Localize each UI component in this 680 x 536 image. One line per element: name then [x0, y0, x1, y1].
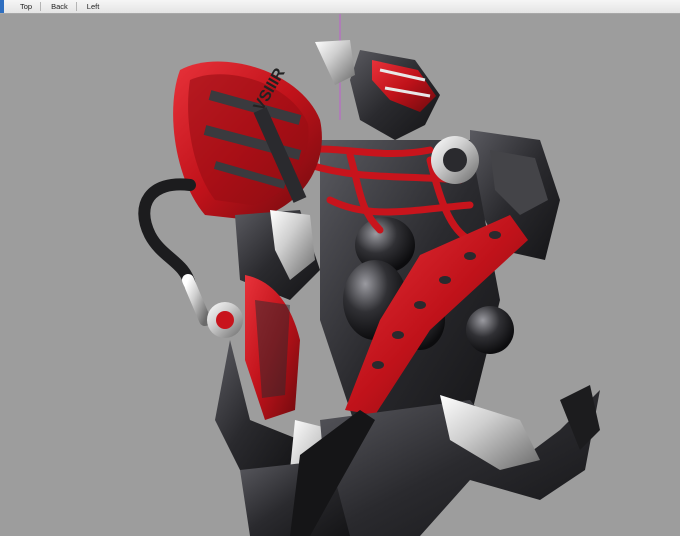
cad-application: Top Back Left VSIIIR [0, 0, 680, 536]
shoulder-helmet: VSIIIR [173, 61, 322, 220]
tab-top-view[interactable]: Top [4, 0, 32, 13]
3d-viewport[interactable]: VSIIIR [0, 14, 680, 536]
robot-model-render[interactable]: VSIIIR [0, 14, 680, 536]
tab-left-view[interactable]: Left [77, 0, 100, 13]
tab-back-view[interactable]: Back [41, 0, 68, 13]
head-fin [315, 40, 355, 85]
viewport-tab-bar: Top Back Left [0, 0, 680, 14]
hydraulic-hose [138, 178, 196, 291]
